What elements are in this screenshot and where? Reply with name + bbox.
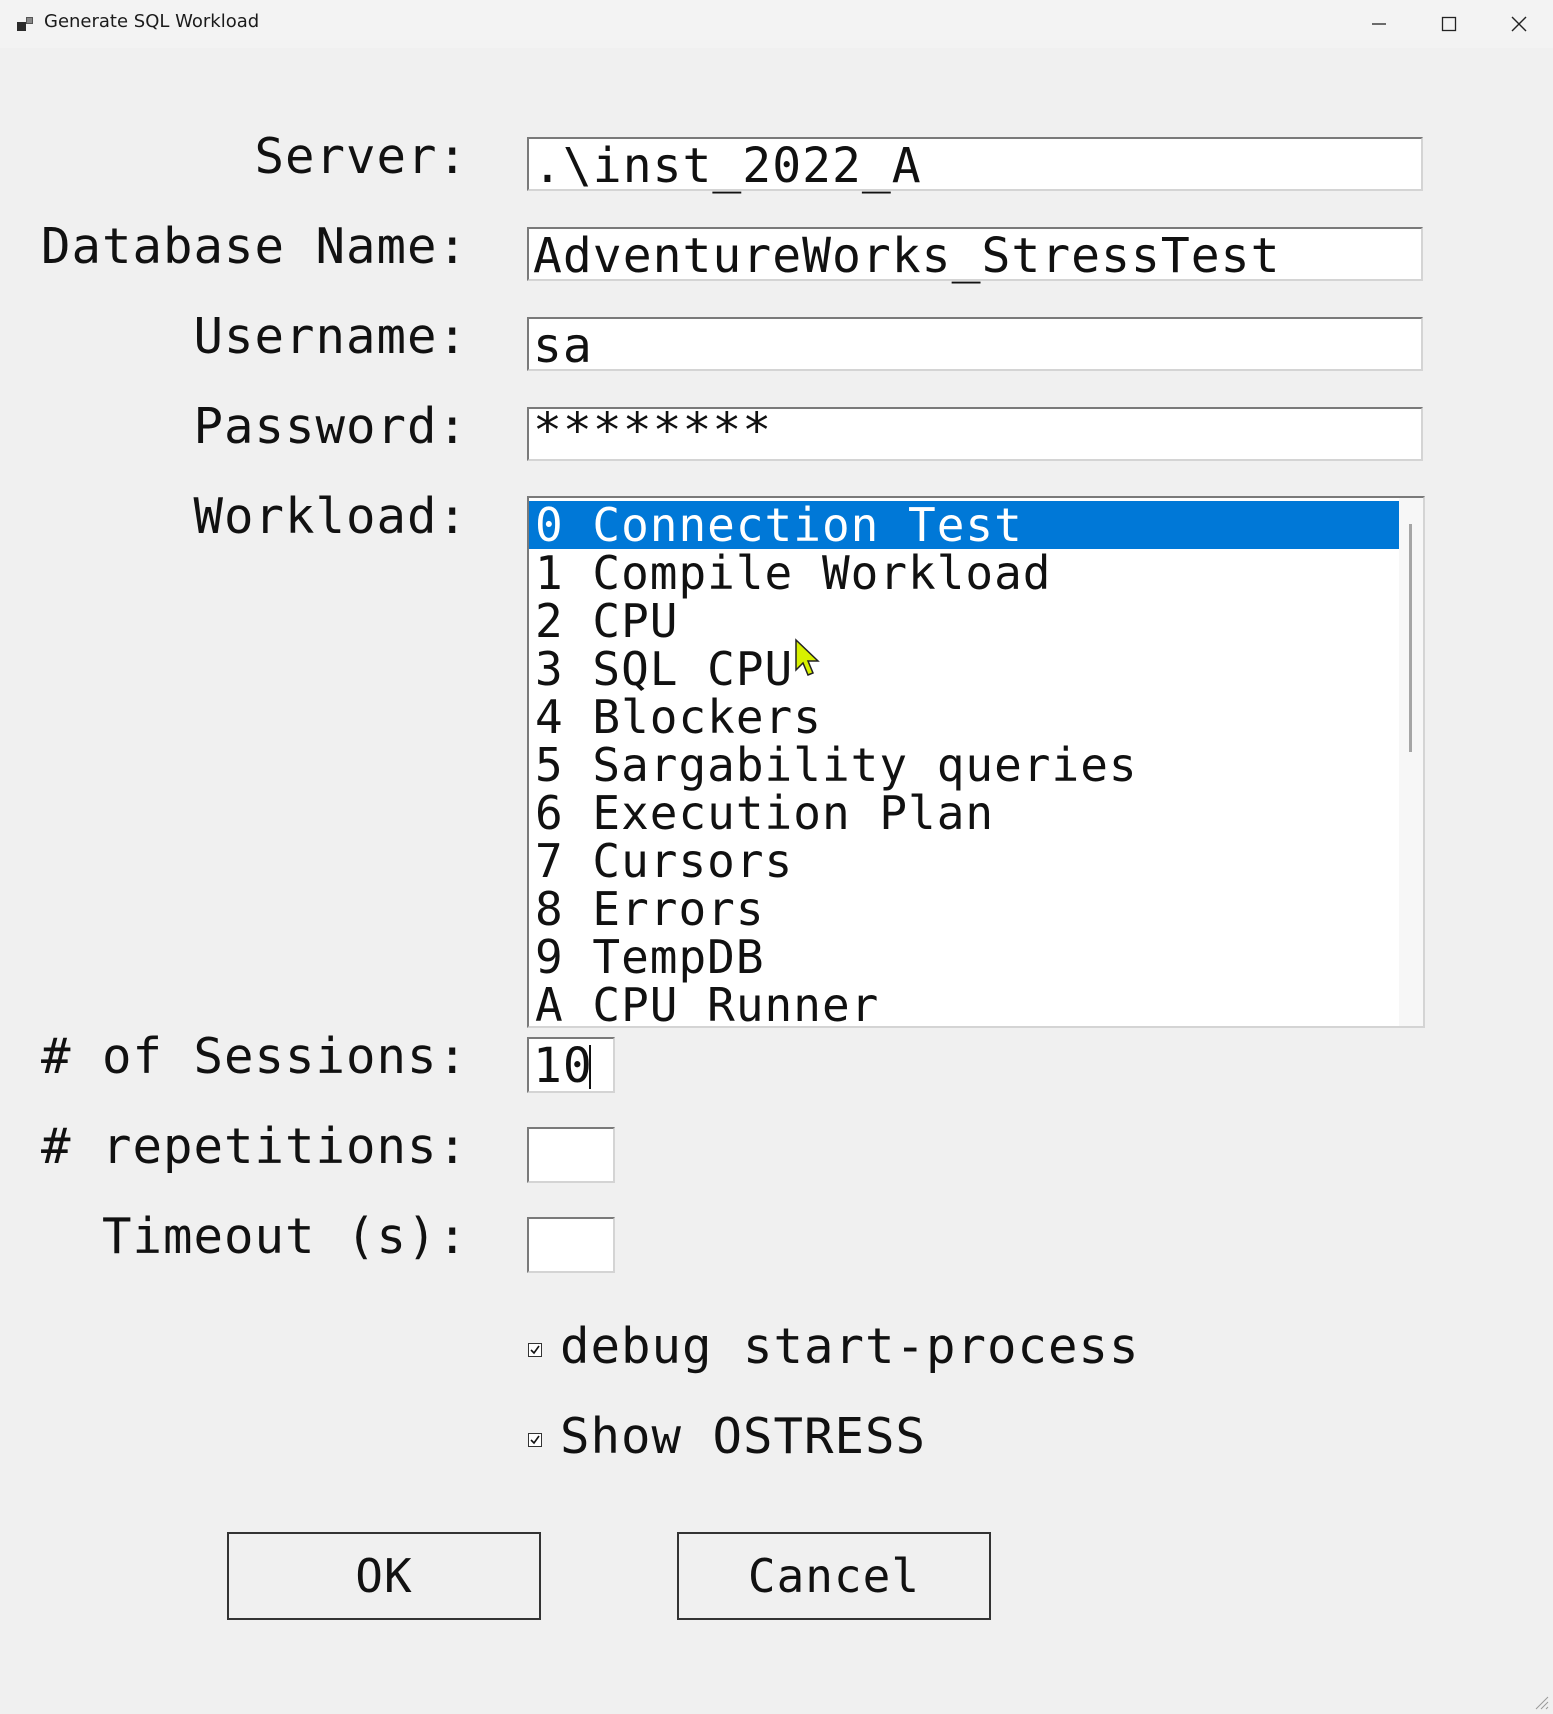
minimize-icon [1372, 23, 1386, 25]
window-title: Generate SQL Workload [44, 11, 260, 32]
password-label: Password: [193, 398, 468, 455]
sessions-label: # of Sessions: [40, 1028, 468, 1085]
title-bar: Generate SQL Workload [0, 0, 1553, 48]
workload-label: Workload: [193, 488, 468, 545]
close-icon [1511, 16, 1527, 32]
server-input[interactable]: .\inst_2022_A [527, 137, 1423, 194]
database-name-label: Database Name: [40, 218, 468, 275]
text-caret [589, 1045, 591, 1089]
app-window-icon [17, 17, 33, 31]
checkmark-icon [530, 1435, 540, 1445]
database-name-input[interactable]: AdventureWorks_StressTest [527, 227, 1423, 284]
repetitions-input[interactable] [527, 1127, 615, 1183]
show-ostress-checkbox[interactable] [528, 1433, 542, 1447]
repetitions-label: # repetitions: [40, 1118, 468, 1175]
username-label: Username: [193, 308, 468, 365]
workload-item-3[interactable]: 3 SQL CPU [529, 645, 1401, 693]
checkmark-icon [530, 1345, 540, 1355]
workload-item-1[interactable]: 1 Compile Workload [529, 549, 1401, 597]
workload-item-0[interactable]: 0 Connection Test [529, 501, 1401, 549]
username-input[interactable]: sa [527, 317, 1423, 374]
ok-button[interactable]: OK [227, 1532, 541, 1620]
workload-listbox[interactable]: 0 Connection Test 1 Compile Workload 2 C… [527, 496, 1425, 1028]
workload-item-8[interactable]: 8 Errors [529, 885, 1401, 933]
workload-item-4[interactable]: 4 Blockers [529, 693, 1401, 741]
database-name-value: AdventureWorks_StressTest [533, 228, 1281, 284]
sessions-input[interactable]: 10 [527, 1037, 615, 1094]
workload-item-2[interactable]: 2 CPU [529, 597, 1401, 645]
minimize-button[interactable] [1344, 0, 1414, 48]
workload-item-10[interactable]: A CPU Runner [529, 981, 1401, 1026]
workload-item-7[interactable]: 7 Cursors [529, 837, 1401, 885]
close-button[interactable] [1484, 0, 1553, 48]
workload-item-5[interactable]: 5 Sargability queries [529, 741, 1401, 789]
maximize-button[interactable] [1414, 0, 1484, 48]
debug-start-process-checkbox[interactable] [528, 1343, 542, 1357]
maximize-icon [1441, 16, 1457, 32]
password-input[interactable]: ******** [527, 403, 1423, 461]
password-value: ******** [533, 403, 773, 459]
workload-scrollbar[interactable] [1399, 498, 1423, 1026]
workload-item-9[interactable]: 9 TempDB [529, 933, 1401, 981]
debug-start-process-label[interactable]: debug start-process [560, 1318, 1140, 1375]
cancel-button[interactable]: Cancel [677, 1532, 991, 1620]
timeout-input[interactable] [527, 1217, 615, 1273]
server-label: Server: [254, 128, 468, 185]
workload-item-6[interactable]: 6 Execution Plan [529, 789, 1401, 837]
timeout-label: Timeout (s): [101, 1208, 468, 1265]
resize-grip-icon[interactable] [1533, 1694, 1549, 1710]
sessions-value: 10 [533, 1038, 593, 1094]
scrollbar-thumb[interactable] [1409, 524, 1412, 752]
server-value: .\inst_2022_A [533, 138, 922, 194]
show-ostress-label[interactable]: Show OSTRESS [560, 1408, 926, 1465]
mouse-pointer-icon [795, 638, 820, 676]
username-value: sa [533, 318, 593, 374]
